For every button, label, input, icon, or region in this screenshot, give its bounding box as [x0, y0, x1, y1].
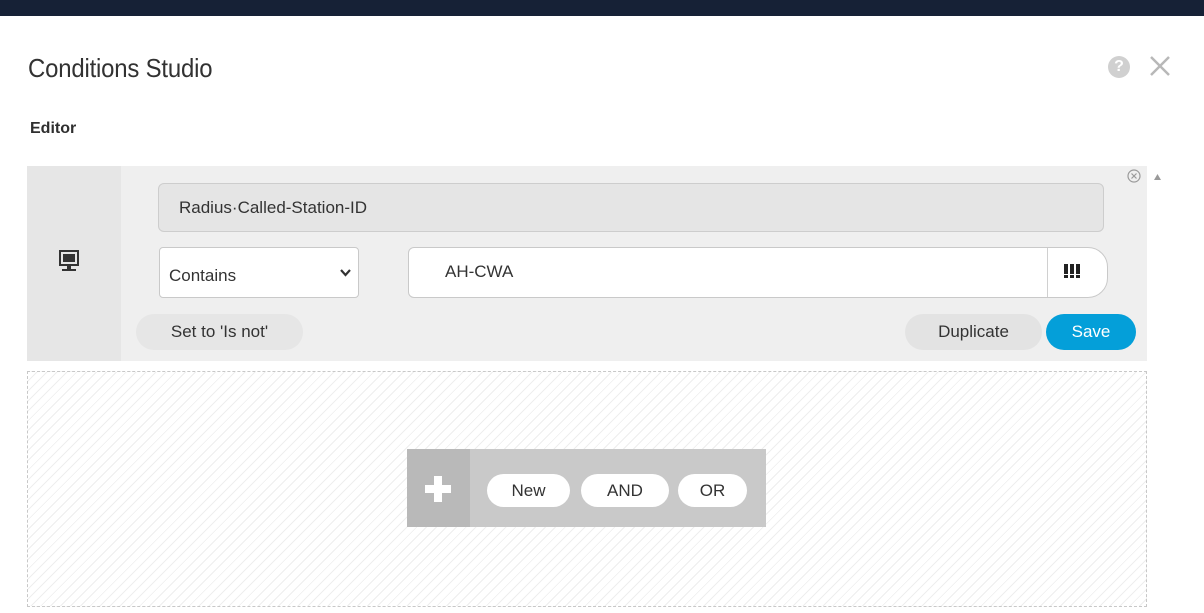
- chevron-down-icon: [340, 269, 351, 277]
- page-title: Conditions Studio: [28, 53, 213, 83]
- network-device-icon: [59, 250, 79, 271]
- input-divider: [1047, 248, 1048, 297]
- collapse-icon[interactable]: [1153, 173, 1162, 181]
- set-is-not-button[interactable]: Set to 'Is not': [136, 314, 303, 350]
- operator-value: Contains: [169, 266, 237, 285]
- close-icon[interactable]: [1146, 52, 1174, 80]
- value-input[interactable]: AH-CWA: [408, 247, 1108, 298]
- top-bar: [0, 0, 1204, 16]
- duplicate-button[interactable]: Duplicate: [905, 314, 1042, 350]
- save-button[interactable]: Save: [1046, 314, 1136, 350]
- plus-icon[interactable]: [423, 474, 453, 504]
- remove-condition-icon[interactable]: [1127, 169, 1141, 183]
- value-text: AH-CWA: [445, 262, 514, 281]
- new-condition-button[interactable]: New: [487, 474, 570, 507]
- and-block-button[interactable]: AND: [581, 474, 669, 507]
- editor-label: Editor: [30, 120, 77, 137]
- dictionary-icon[interactable]: [1063, 262, 1081, 280]
- help-icon[interactable]: ?: [1108, 56, 1130, 78]
- or-block-button[interactable]: OR: [678, 474, 747, 507]
- attribute-field[interactable]: Radius·Called-Station-ID: [158, 183, 1104, 232]
- operator-select[interactable]: Contains: [159, 247, 359, 298]
